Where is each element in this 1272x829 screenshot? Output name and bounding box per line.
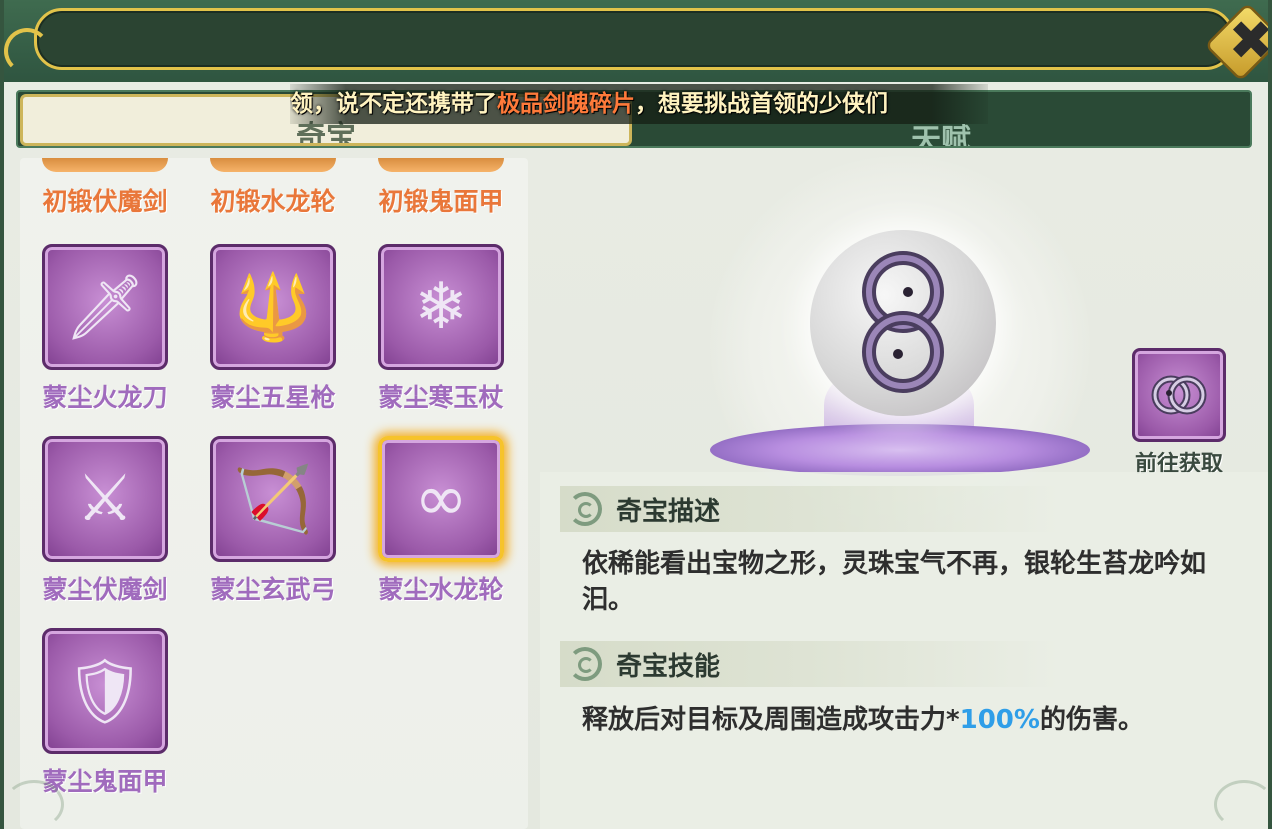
description-text: 依稀能看出宝物之形，灵珠宝气不再，银轮生苔龙吟如汩。 — [582, 549, 1207, 615]
pedestal — [710, 424, 1090, 476]
item-name: 蒙尘寒玉杖 — [378, 383, 504, 412]
grid-item-fire-dragon-blade[interactable]: 🗡 蒙尘火龙刀 — [20, 244, 170, 434]
treasure-panel: ✖ 奇宝 天赋 领，说不定还携带了极品剑魄碎片，想要挑战首领的少侠们 初锻伏魔剑… — [0, 0, 1272, 829]
water-dragon-wheel-icon[interactable]: ∞ — [378, 436, 504, 562]
grid-item-jade-staff[interactable]: ❄ 蒙尘寒玉杖 — [356, 244, 506, 434]
goto-obtain-button[interactable] — [1132, 348, 1226, 442]
item-name: 蒙尘玄武弓 — [210, 575, 336, 604]
marquee-prefix: 领，说不定还携带了 — [290, 91, 497, 117]
tab-treasure-label: 奇宝 — [296, 120, 356, 146]
close-x-icon[interactable]: ✖ — [1226, 9, 1268, 72]
item-name: 蒙尘水龙轮 — [378, 575, 504, 604]
swirl-icon — [568, 647, 602, 681]
grid-item-demon-sword[interactable]: ⚔ 蒙尘伏魔剑 — [20, 436, 170, 626]
marquee-suffix: ，想要挑战首领的少侠们 — [635, 91, 888, 117]
item-name: 蒙尘五星枪 — [210, 383, 336, 412]
five-star-spear-icon[interactable]: 🔱 — [210, 244, 336, 370]
demon-sword-icon[interactable]: ⚔ — [42, 436, 168, 562]
showcase-orb — [810, 230, 996, 416]
description-title: 奇宝描述 — [616, 496, 721, 527]
swirl-icon — [568, 492, 602, 526]
skill-text-before: 释放后对目标及周围造成攻击力* — [582, 705, 960, 735]
announcement-marquee: 领，说不定还携带了极品剑魄碎片，想要挑战首领的少侠们 — [290, 84, 988, 124]
grid-item-water-dragon-wheel[interactable]: ∞ 蒙尘水龙轮 — [356, 436, 506, 626]
item-name: 蒙尘伏魔剑 — [42, 575, 168, 604]
item-frame-partial[interactable] — [210, 158, 336, 172]
fire-dragon-blade-icon[interactable]: 🗡 — [42, 244, 168, 370]
item-name: 初锻鬼面甲 — [378, 187, 504, 216]
item-frame-partial[interactable] — [42, 158, 168, 172]
skill-text: 释放后对目标及周围造成攻击力*100%的伤害。 — [582, 702, 1232, 738]
skill-text-after: 的伤害。 — [1039, 705, 1144, 735]
water-dragon-wheel-icon — [862, 251, 944, 393]
skill-percent: 100% — [959, 705, 1040, 735]
marquee-highlight: 极品剑魄碎片 — [497, 91, 635, 117]
jade-staff-icon[interactable]: ❄ — [378, 244, 504, 370]
header-bar — [4, 0, 1268, 82]
grid-item-xuanwu-bow[interactable]: 🏹 蒙尘玄武弓 — [188, 436, 338, 626]
skill-header: 奇宝技能 — [560, 641, 1060, 687]
item-name: 初锻伏魔剑 — [42, 187, 168, 216]
water-dragon-wheel-icon — [1151, 375, 1207, 415]
ghost-armor-icon[interactable]: 🛡 — [42, 628, 168, 754]
corner-decoration-icon — [4, 780, 64, 829]
item-frame-partial[interactable] — [378, 158, 504, 172]
description-header: 奇宝描述 — [560, 486, 1060, 532]
item-name: 蒙尘火龙刀 — [42, 383, 168, 412]
corner-ornament-icon — [4, 28, 50, 74]
tab-talent-label: 天赋 — [911, 123, 971, 147]
item-name: 初锻水龙轮 — [210, 187, 336, 216]
corner-decoration-icon — [1214, 780, 1268, 829]
skill-title: 奇宝技能 — [616, 651, 721, 682]
header-title-frame — [34, 8, 1234, 70]
grid-item-five-star-spear[interactable]: 🔱 蒙尘五星枪 — [188, 244, 338, 434]
xuanwu-bow-icon[interactable]: 🏹 — [210, 436, 336, 562]
